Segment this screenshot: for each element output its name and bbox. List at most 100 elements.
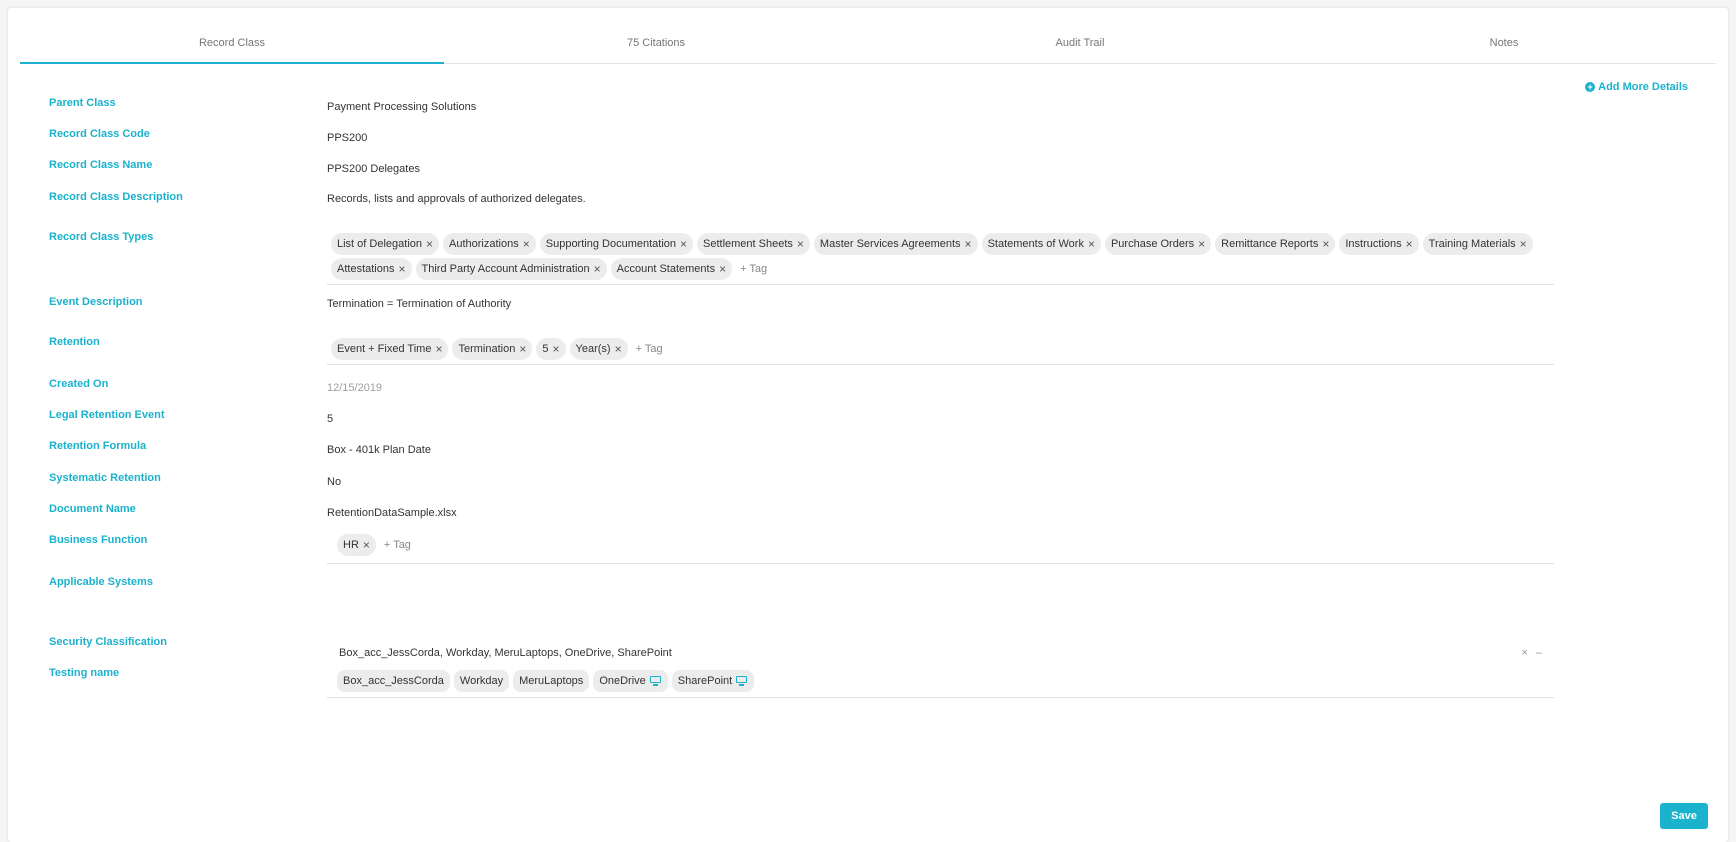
- record-class-description-label: Record Class Description: [49, 191, 183, 203]
- tag-chip: Master Services Agreements ×: [813, 233, 978, 255]
- tab-notes[interactable]: Notes: [1292, 26, 1716, 63]
- add-tag-button[interactable]: + Tag: [736, 263, 767, 275]
- remove-icon[interactable]: ×: [1088, 238, 1095, 250]
- remove-icon[interactable]: ×: [594, 263, 601, 275]
- tab-citations[interactable]: 75 Citations: [444, 26, 868, 63]
- record-class-description-value[interactable]: Records, lists and approvals of authoriz…: [327, 193, 586, 205]
- record-class-types-tag-input[interactable]: List of Delegation × Authorizations × Supp…: [327, 233, 1554, 285]
- remove-icon[interactable]: ×: [1520, 238, 1527, 250]
- save-button[interactable]: Save: [1660, 803, 1708, 829]
- select-controls: × –: [1513, 647, 1542, 659]
- tag-chip: Attestations ×: [331, 258, 412, 280]
- tag-label: Statements of Work: [987, 238, 1084, 250]
- tag-chip: Statements of Work ×: [981, 233, 1101, 255]
- system-chip-label: MeruLaptops: [519, 675, 584, 687]
- collapse-icon[interactable]: –: [1536, 647, 1542, 659]
- remove-icon[interactable]: ×: [552, 343, 559, 355]
- parent-class-value[interactable]: Payment Processing Solutions: [327, 101, 476, 113]
- retention-formula-value[interactable]: Box - 401k Plan Date: [327, 444, 431, 456]
- event-description-value[interactable]: Termination = Termination of Authority: [327, 298, 511, 310]
- record-class-code-label: Record Class Code: [49, 128, 150, 140]
- system-chip-label: Workday: [459, 675, 504, 687]
- remove-icon[interactable]: ×: [797, 238, 804, 250]
- tag-label: List of Delegation: [337, 238, 422, 250]
- tag-chip: 5 ×: [536, 338, 566, 360]
- remove-icon[interactable]: ×: [398, 263, 405, 275]
- remove-icon[interactable]: ×: [719, 263, 726, 275]
- remove-icon[interactable]: ×: [519, 343, 526, 355]
- system-chip[interactable]: OneDrive: [593, 670, 668, 692]
- systematic-retention-value[interactable]: No: [327, 476, 341, 488]
- remove-icon[interactable]: ×: [1406, 238, 1413, 250]
- tag-label: Attestations: [337, 263, 395, 275]
- tag-label: 5: [542, 343, 549, 355]
- applicable-systems-label: Applicable Systems: [49, 576, 153, 588]
- tag-chip: Third Party Account Administration ×: [415, 258, 607, 280]
- system-chip[interactable]: Workday: [453, 670, 510, 692]
- testing-name-label: Testing name: [49, 667, 120, 679]
- tag-label: Settlement Sheets: [703, 238, 793, 250]
- remove-icon[interactable]: ×: [523, 238, 530, 250]
- system-chip[interactable]: Box_acc_JessCorda: [337, 670, 450, 692]
- system-chip-label: Box_acc_JessCorda: [343, 675, 444, 687]
- add-more-details-link[interactable]: + Add More Details: [1585, 81, 1688, 93]
- tag-chip: Training Materials ×: [1422, 233, 1533, 255]
- record-class-code-value[interactable]: PPS200: [327, 132, 367, 144]
- business-function-label: Business Function: [49, 534, 148, 546]
- tag-chip: Remittance Reports ×: [1215, 233, 1336, 255]
- tag-label: Event + Fixed Time: [337, 343, 432, 355]
- tag-label: Authorizations: [449, 238, 519, 250]
- remove-icon[interactable]: ×: [1322, 238, 1329, 250]
- tab-bar: Record Class 75 Citations Audit Trail No…: [20, 26, 1716, 64]
- created-on-value: 12/15/2019: [327, 382, 383, 394]
- retention-label: Retention: [49, 336, 100, 348]
- document-name-value[interactable]: RetentionDataSample.xlsx: [327, 507, 457, 519]
- tag-label: Remittance Reports: [1221, 238, 1319, 250]
- remove-icon[interactable]: ×: [1198, 238, 1205, 250]
- record-class-types-label: Record Class Types: [49, 231, 154, 243]
- tag-label: Account Statements: [616, 263, 716, 275]
- tag-label: Instructions: [1345, 238, 1402, 250]
- parent-class-label: Parent Class: [49, 97, 116, 109]
- remove-icon[interactable]: ×: [965, 238, 972, 250]
- system-chip-label: SharePoint: [677, 675, 733, 687]
- tab-audit-trail[interactable]: Audit Trail: [868, 26, 1292, 63]
- add-more-details-label: Add More Details: [1598, 81, 1688, 93]
- tag-label: Supporting Documentation: [545, 238, 676, 250]
- remove-icon[interactable]: ×: [363, 539, 370, 551]
- remove-icon[interactable]: ×: [615, 343, 622, 355]
- applicable-systems-chips: Box_acc_JessCorda Workday MeruLaptops On…: [337, 670, 755, 692]
- remove-icon[interactable]: ×: [435, 343, 442, 355]
- add-tag-button[interactable]: + Tag: [632, 343, 663, 355]
- tab-record-class[interactable]: Record Class: [20, 26, 444, 64]
- clear-icon[interactable]: ×: [1521, 647, 1527, 659]
- tag-label: Year(s): [575, 343, 611, 355]
- monitor-icon: [649, 676, 662, 686]
- created-on-label: Created On: [49, 378, 109, 390]
- applicable-systems-select[interactable]: Box_acc_JessCorda, Workday, MeruLaptops,…: [327, 642, 1554, 698]
- tag-chip: Termination ×: [452, 338, 533, 360]
- remove-icon[interactable]: ×: [426, 238, 433, 250]
- tag-label: Master Services Agreements: [819, 238, 961, 250]
- tag-chip: Year(s) ×: [569, 338, 628, 360]
- tag-chip: Account Statements ×: [610, 258, 733, 280]
- tag-chip: Settlement Sheets ×: [697, 233, 810, 255]
- tag-chip: HR ×: [337, 534, 376, 556]
- record-class-name-value[interactable]: PPS200 Delegates: [327, 163, 420, 175]
- monitor-icon: [736, 676, 748, 686]
- business-function-tag-input[interactable]: HR × + Tag: [327, 534, 1554, 564]
- tag-chip: Authorizations ×: [443, 233, 536, 255]
- security-classification-label: Security Classification: [49, 636, 167, 648]
- system-chip[interactable]: MeruLaptops: [513, 670, 590, 692]
- record-class-name-label: Record Class Name: [49, 159, 153, 171]
- tag-label: Third Party Account Administration: [421, 263, 590, 275]
- add-tag-button[interactable]: + Tag: [380, 539, 411, 551]
- document-name-label: Document Name: [49, 503, 136, 515]
- legal-retention-event-value[interactable]: 5: [327, 413, 333, 425]
- tag-chip: Purchase Orders ×: [1104, 233, 1212, 255]
- system-chip[interactable]: SharePoint: [671, 670, 755, 692]
- system-chip-label: OneDrive: [599, 675, 646, 687]
- retention-formula-label: Retention Formula: [49, 440, 147, 452]
- remove-icon[interactable]: ×: [680, 238, 687, 250]
- retention-tag-input[interactable]: Event + Fixed Time × Termination × 5 × Year…: [327, 338, 1554, 365]
